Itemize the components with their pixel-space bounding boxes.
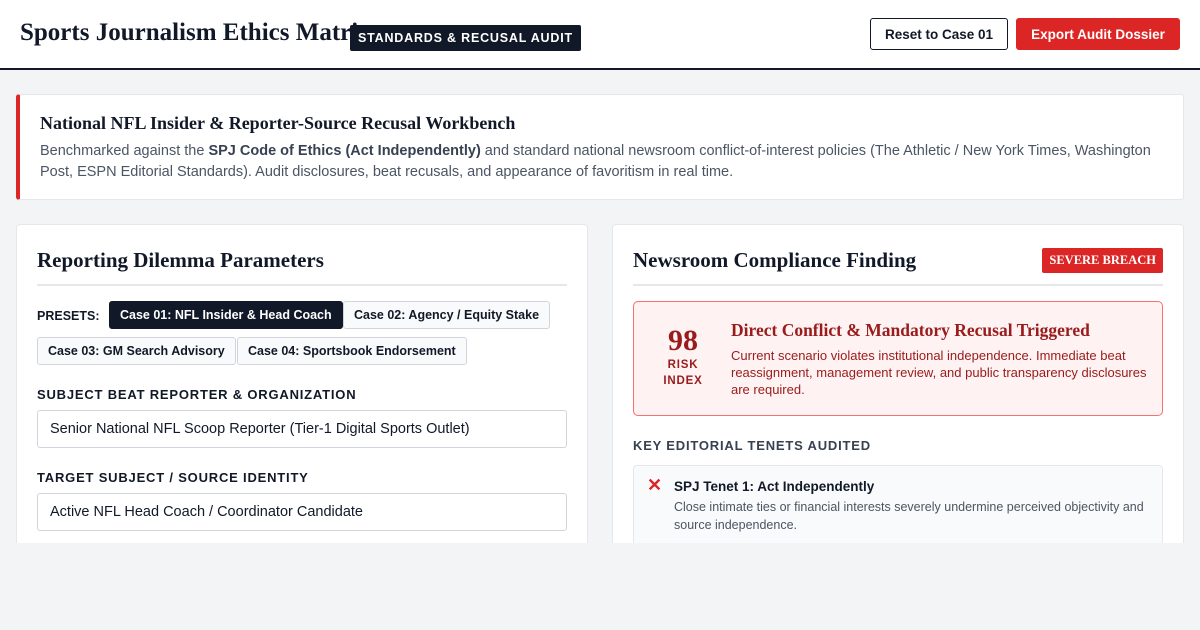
- notice-desc-bold: SPJ Code of Ethics (Act Independently): [208, 143, 481, 159]
- app-title: Sports Journalism Ethics Matrix: [20, 19, 371, 46]
- workbench-notice: National NFL Insider & Reporter-Source R…: [16, 94, 1184, 200]
- source-label: TARGET SUBJECT / SOURCE IDENTITY: [37, 470, 309, 485]
- reporter-label: SUBJECT BEAT REPORTER & ORGANIZATION: [37, 387, 357, 402]
- source-input[interactable]: [37, 493, 567, 531]
- reporter-input[interactable]: [37, 410, 567, 448]
- risk-index-label: RISK INDEX: [663, 359, 703, 387]
- preset-case-03[interactable]: Case 03: GM Search Advisory: [37, 337, 236, 365]
- severity-badge: SEVERE BREACH: [1042, 248, 1163, 273]
- reset-button[interactable]: Reset to Case 01: [870, 18, 1008, 50]
- tenet-title: SPJ Tenet 1: Act Independently: [674, 479, 875, 494]
- export-button[interactable]: Export Audit Dossier: [1016, 18, 1180, 50]
- finding-description: Current scenario violates institutional …: [731, 348, 1147, 397]
- notice-title: National NFL Insider & Reporter-Source R…: [40, 113, 516, 133]
- presets-label: PRESETS:: [37, 309, 100, 323]
- app-badge: STANDARDS & RECUSAL AUDIT: [350, 25, 581, 51]
- tenets-label: KEY EDITORIAL TENETS AUDITED: [633, 438, 871, 453]
- fail-x-icon: ✕: [647, 475, 663, 495]
- finding-headline: Direct Conflict & Mandatory Recusal Trig…: [731, 320, 1090, 340]
- tenet-item: ✕ SPJ Tenet 1: Act Independently Close i…: [633, 465, 1163, 553]
- top-bar: Sports Journalism Ethics Matrix STANDARD…: [0, 0, 1200, 70]
- parameters-title: Reporting Dilemma Parameters: [37, 248, 324, 272]
- preset-case-02[interactable]: Case 02: Agency / Equity Stake: [343, 301, 551, 329]
- finding-alert: 98 RISK INDEX Direct Conflict & Mandator…: [633, 301, 1163, 416]
- divider: [37, 284, 567, 286]
- risk-index-value: 98: [668, 324, 698, 357]
- page-background: [0, 543, 1200, 630]
- finding-panel: Newsroom Compliance Finding SEVERE BREAC…: [612, 224, 1184, 554]
- divider: [633, 284, 1163, 286]
- finding-title: Newsroom Compliance Finding: [633, 248, 917, 272]
- preset-case-04[interactable]: Case 04: Sportsbook Endorsement: [237, 337, 467, 365]
- tenet-description: Close intimate ties or financial interes…: [674, 500, 1144, 532]
- preset-case-01[interactable]: Case 01: NFL Insider & Head Coach: [109, 301, 343, 329]
- notice-desc-prefix: Benchmarked against the: [40, 143, 209, 159]
- parameters-panel: Reporting Dilemma Parameters PRESETS: Ca…: [16, 224, 588, 554]
- notice-description: Benchmarked against the SPJ Code of Ethi…: [40, 141, 1163, 183]
